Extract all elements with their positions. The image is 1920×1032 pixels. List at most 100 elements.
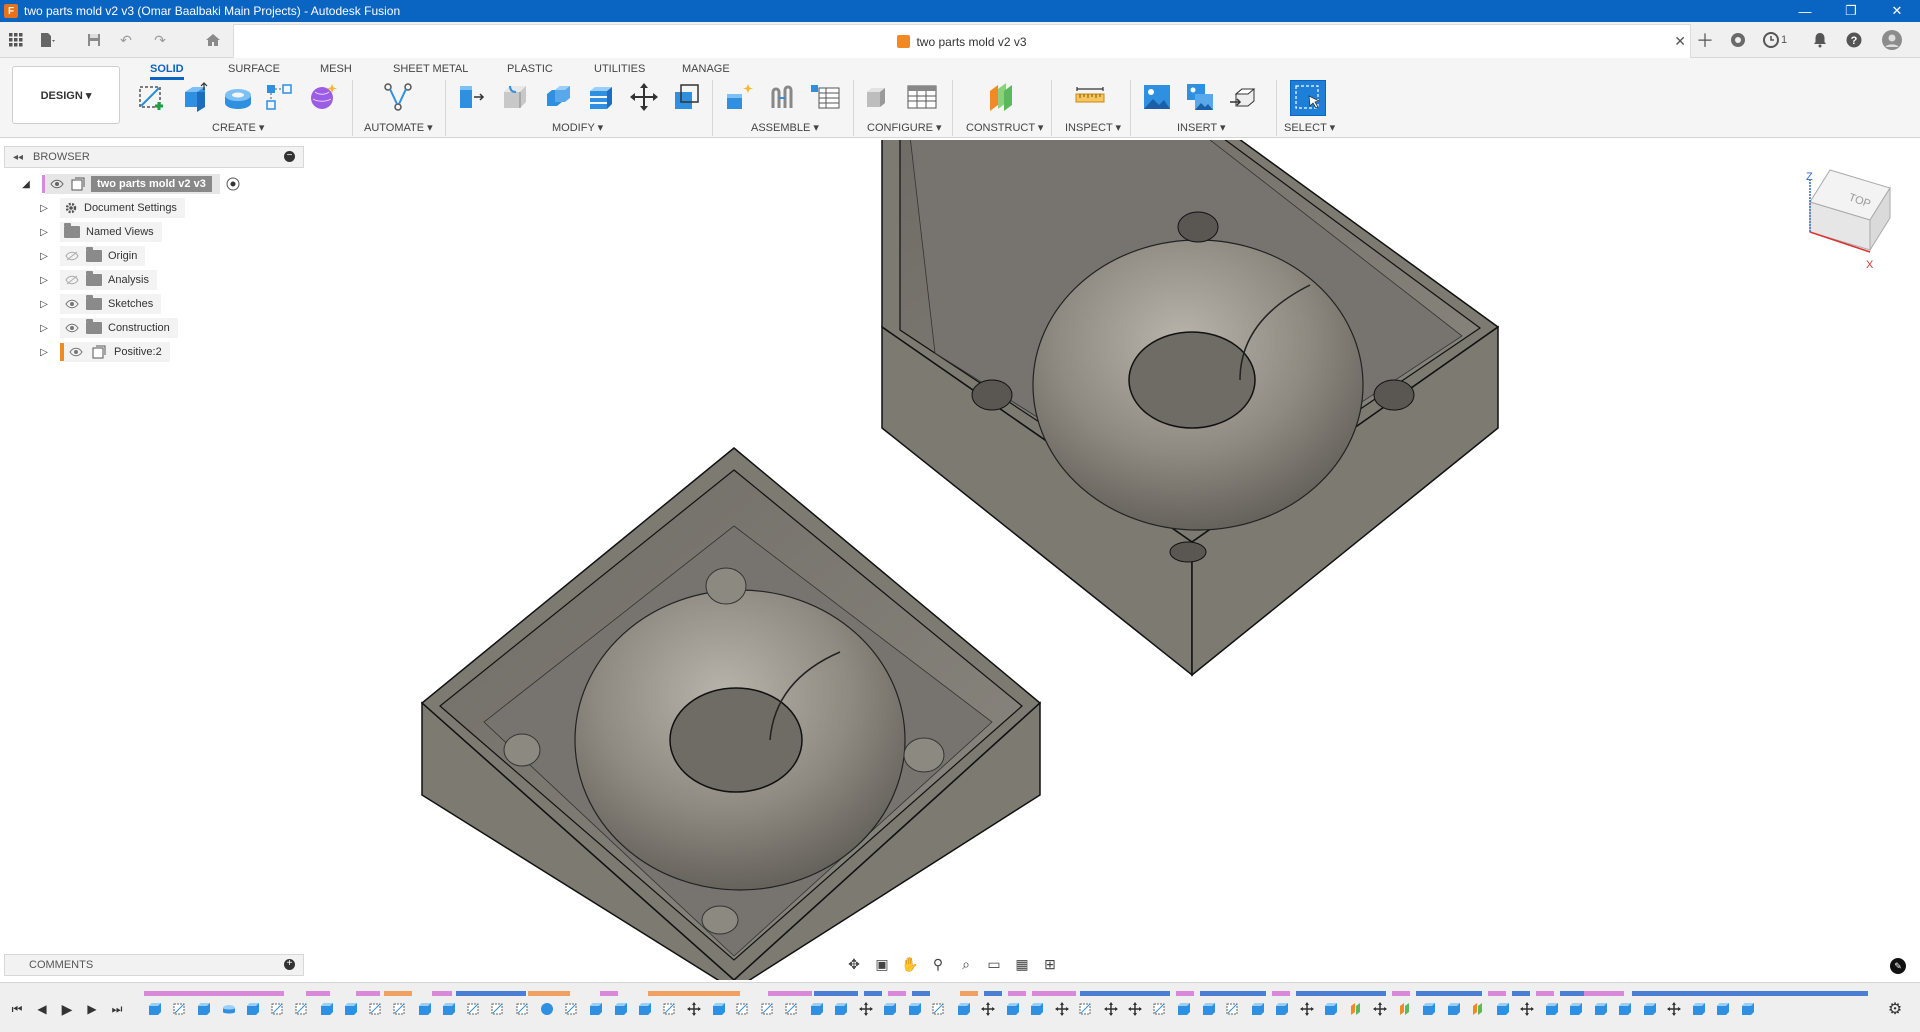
timeline-feature-box-icon[interactable] xyxy=(1641,1000,1659,1018)
tree-node[interactable]: Construction xyxy=(60,318,178,338)
timeline-feature-move-icon[interactable] xyxy=(979,1000,997,1018)
fillet-icon[interactable] xyxy=(498,80,532,114)
tree-item-document-settings[interactable]: ▷ Document Settings xyxy=(38,198,185,218)
timeline-feature-box-icon[interactable] xyxy=(1543,1000,1561,1018)
timeline-feature-box-icon[interactable] xyxy=(710,1000,728,1018)
timeline-feature-sketch-icon[interactable] xyxy=(171,1000,189,1018)
timeline-feature-box-icon[interactable] xyxy=(195,1000,213,1018)
expand-triangle-icon[interactable]: ▷ xyxy=(38,203,50,214)
viewports-icon[interactable]: ⊞ xyxy=(1039,954,1061,974)
timeline-feature-box-icon[interactable] xyxy=(1273,1000,1291,1018)
tab-solid[interactable]: SOLID xyxy=(150,60,184,80)
tree-node[interactable]: Sketches xyxy=(60,294,162,314)
tree-node[interactable]: Document Settings xyxy=(60,198,185,218)
new-component-icon[interactable] xyxy=(722,80,756,114)
timeline-feature-sketch-icon[interactable] xyxy=(269,1000,287,1018)
visibility-eye-icon[interactable] xyxy=(64,322,80,334)
timeline-feature-box-icon[interactable] xyxy=(636,1000,654,1018)
timeline-feature-sketch-icon[interactable] xyxy=(293,1000,311,1018)
timeline-feature-box-icon[interactable] xyxy=(1004,1000,1022,1018)
home-icon[interactable] xyxy=(203,30,223,50)
timeline-feature-box-icon[interactable] xyxy=(146,1000,164,1018)
timeline-feature-sketch-icon[interactable] xyxy=(783,1000,801,1018)
insert-mesh-icon[interactable] xyxy=(1226,80,1260,114)
fit-icon[interactable]: ⌕ xyxy=(955,954,977,974)
timeline-feature-sketch-icon[interactable] xyxy=(759,1000,777,1018)
align-icon[interactable] xyxy=(670,80,704,114)
collapse-triangle-icon[interactable]: ◢ xyxy=(20,179,32,190)
save-icon[interactable] xyxy=(84,30,104,50)
timeline-feature-box-icon[interactable] xyxy=(244,1000,262,1018)
step-back-icon[interactable]: ◀ xyxy=(33,1001,51,1017)
revolve-icon[interactable] xyxy=(221,80,255,114)
job-status-icon[interactable]: 1 xyxy=(1760,30,1790,50)
timeline-feature-sketch-icon[interactable] xyxy=(1151,1000,1169,1018)
visibility-eye-icon[interactable] xyxy=(68,346,84,358)
expand-triangle-icon[interactable]: ▷ xyxy=(38,227,50,238)
timeline-feature-move-icon[interactable] xyxy=(1102,1000,1120,1018)
timeline-feature-move-icon[interactable] xyxy=(1126,1000,1144,1018)
grid-settings-icon[interactable]: ▦ xyxy=(1011,954,1033,974)
timeline-feature-box-icon[interactable] xyxy=(1739,1000,1757,1018)
app-grid-icon[interactable] xyxy=(6,30,26,50)
timeline-feature-move-icon[interactable] xyxy=(1371,1000,1389,1018)
insert-group-label[interactable]: INSERT ▾ xyxy=(1177,121,1226,134)
redo-icon[interactable]: ↷ xyxy=(150,30,170,50)
minimize-button[interactable]: — xyxy=(1782,0,1828,22)
timeline-feature-revolve-icon[interactable] xyxy=(220,1000,238,1018)
user-avatar-icon[interactable] xyxy=(1882,30,1902,50)
feedback-icon[interactable]: ✎ xyxy=(1890,958,1906,974)
construct-group-label[interactable]: CONSTRUCT ▾ xyxy=(966,121,1043,134)
timeline-feature-sketch-icon[interactable] xyxy=(1077,1000,1095,1018)
timeline-feature-move-icon[interactable] xyxy=(1053,1000,1071,1018)
minimize-panel-icon[interactable]: − xyxy=(284,151,295,162)
help-icon[interactable]: ? xyxy=(1844,30,1864,50)
mold-part-lower[interactable] xyxy=(420,447,1042,992)
create-form-icon[interactable] xyxy=(306,80,340,114)
play-icon[interactable]: ▶ xyxy=(58,1001,76,1017)
configuration-table-icon[interactable] xyxy=(905,80,939,114)
timeline-feature-move-icon[interactable] xyxy=(685,1000,703,1018)
tab-surface[interactable]: SURFACE xyxy=(228,60,280,78)
comments-panel-header[interactable]: COMMENTS + xyxy=(4,954,304,976)
tree-item-positive[interactable]: ▷ Positive:2 xyxy=(38,342,170,362)
step-forward-icon[interactable]: ▶ xyxy=(83,1001,101,1017)
tab-utilities[interactable]: UTILITIES xyxy=(594,60,645,78)
tab-plastic[interactable]: PLASTIC xyxy=(507,60,553,78)
expand-triangle-icon[interactable]: ▷ xyxy=(38,347,50,358)
extensions-icon[interactable] xyxy=(1728,30,1748,50)
configure-group-label[interactable]: CONFIGURE ▾ xyxy=(867,121,942,134)
close-window-button[interactable]: ✕ xyxy=(1874,0,1920,22)
expand-triangle-icon[interactable]: ▷ xyxy=(38,251,50,262)
timeline-feature-box-icon[interactable] xyxy=(440,1000,458,1018)
timeline-feature-sketch-icon[interactable] xyxy=(1224,1000,1242,1018)
collapse-panel-icon[interactable]: ◂◂ xyxy=(9,152,27,163)
undo-icon[interactable]: ↶ xyxy=(116,30,136,50)
activate-radio-icon[interactable] xyxy=(226,177,240,191)
browser-panel-header[interactable]: ◂◂ BROWSER − xyxy=(4,146,304,168)
tree-node[interactable]: Named Views xyxy=(60,222,162,242)
tab-sheet-metal[interactable]: SHEET METAL xyxy=(393,60,468,78)
hidden-eye-icon[interactable] xyxy=(64,274,80,286)
create-sketch-icon[interactable] xyxy=(135,80,169,114)
extrude-icon[interactable] xyxy=(178,80,212,114)
restore-button[interactable]: ❐ xyxy=(1828,0,1874,22)
pan-icon[interactable]: ✋ xyxy=(899,954,921,974)
timeline-feature-box-icon[interactable] xyxy=(587,1000,605,1018)
timeline-feature-sketch-icon[interactable] xyxy=(367,1000,385,1018)
tree-item-named-views[interactable]: ▷ Named Views xyxy=(38,222,162,242)
timeline-feature-move-icon[interactable] xyxy=(857,1000,875,1018)
timeline-feature-box-icon[interactable] xyxy=(1445,1000,1463,1018)
joint-icon[interactable] xyxy=(765,80,799,114)
timeline-feature-sketch-icon[interactable] xyxy=(734,1000,752,1018)
tree-item-analysis[interactable]: ▷ Analysis xyxy=(38,270,157,290)
timeline-feature-sphere-icon[interactable] xyxy=(538,1000,556,1018)
timeline-feature-move-icon[interactable] xyxy=(1518,1000,1536,1018)
automate-icon[interactable] xyxy=(381,80,415,114)
move-copy-icon[interactable] xyxy=(627,80,661,114)
add-comment-icon[interactable]: + xyxy=(284,959,295,970)
press-pull-icon[interactable] xyxy=(454,80,488,114)
timeline-feature-box-icon[interactable] xyxy=(612,1000,630,1018)
timeline-feature-box-icon[interactable] xyxy=(1420,1000,1438,1018)
timeline-feature-box-icon[interactable] xyxy=(1616,1000,1634,1018)
